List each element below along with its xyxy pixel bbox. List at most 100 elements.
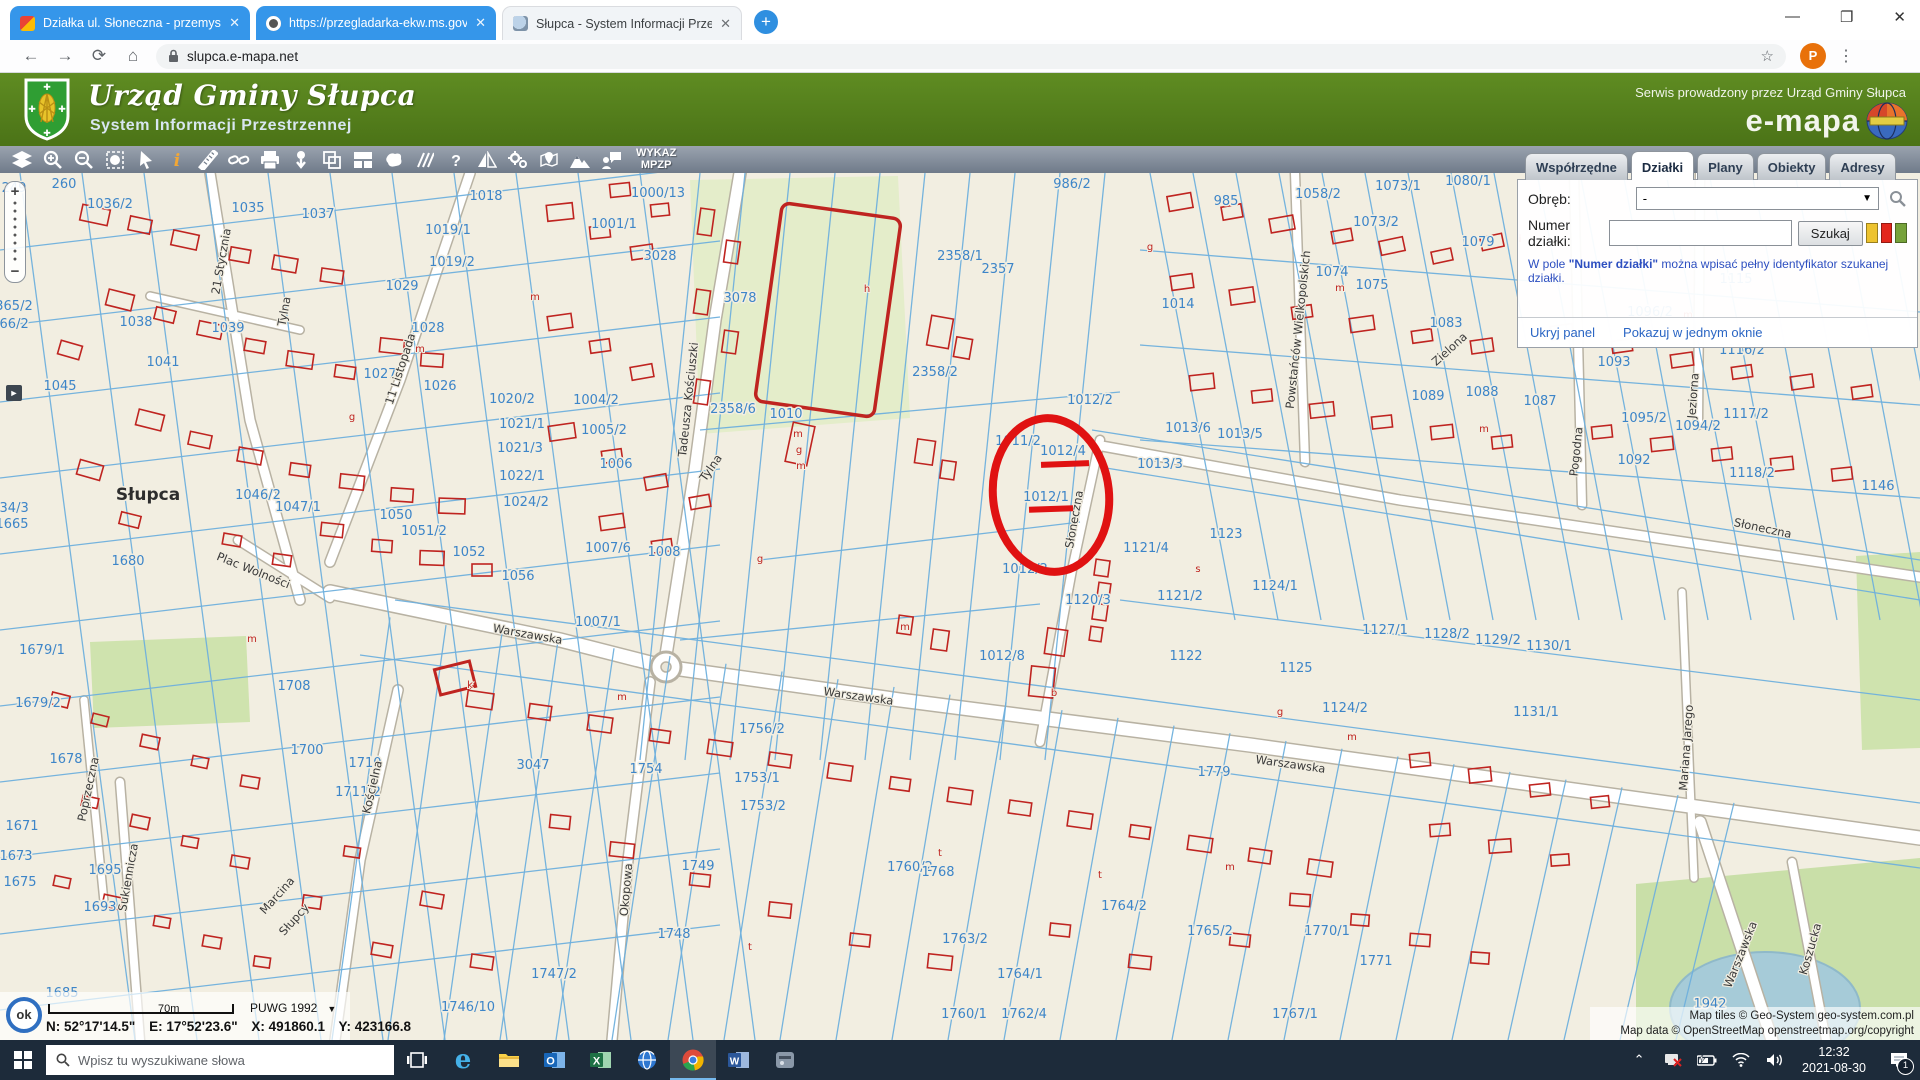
browser-tab-1[interactable]: Działka ul. Słoneczna - przemysł ✕ — [10, 6, 250, 40]
tab-dzialki[interactable]: Działki — [1631, 151, 1694, 180]
single-window-link[interactable]: Pokazuj w jednym oknie — [1623, 325, 1762, 340]
zoom-out-icon[interactable] — [68, 148, 99, 172]
svg-text:1018: 1018 — [469, 189, 502, 204]
lock-icon — [168, 49, 179, 63]
hatch-icon[interactable] — [409, 148, 440, 172]
zoom-slider[interactable]: ●●●●●●●● — [5, 200, 25, 264]
attribution-data[interactable]: Map data © OpenStreetMap openstreetmap.o… — [1596, 1024, 1914, 1039]
word-icon[interactable]: W — [716, 1040, 762, 1080]
terrain-icon[interactable] — [564, 148, 595, 172]
search-icon[interactable] — [1889, 190, 1907, 208]
forward-icon[interactable]: → — [48, 46, 82, 66]
hide-panel-link[interactable]: Ukryj panel — [1530, 325, 1595, 340]
obreb-select[interactable]: - ▼ — [1636, 187, 1879, 210]
reload-icon[interactable]: ⟳ — [82, 46, 116, 66]
select-area-icon[interactable] — [99, 148, 130, 172]
svg-text:1767/1: 1767/1 — [1272, 1007, 1318, 1022]
svg-text:m: m — [900, 622, 910, 633]
pointer-icon[interactable] — [130, 148, 161, 172]
svg-text:t: t — [938, 848, 942, 859]
print-icon[interactable] — [254, 148, 285, 172]
info-icon[interactable]: i — [161, 148, 192, 172]
polygon-icon[interactable] — [378, 148, 409, 172]
excel-icon[interactable]: X — [578, 1040, 624, 1080]
task-view-icon[interactable] — [394, 1040, 440, 1080]
profile-avatar[interactable]: P — [1800, 43, 1826, 69]
numer-dzialki-input[interactable] — [1609, 220, 1792, 246]
svg-text:1121/2: 1121/2 — [1157, 589, 1203, 604]
browser-menu-icon[interactable]: ⋮ — [1838, 46, 1854, 66]
edge-icon[interactable]: e — [440, 1040, 486, 1080]
chrome-icon[interactable] — [670, 1040, 716, 1080]
svg-text:1679/2: 1679/2 — [15, 696, 61, 711]
map-zoom-widget[interactable]: + ●●●●●●●● − — [4, 181, 26, 283]
taskbar-clock[interactable]: 12:32 2021-08-30 — [1802, 1044, 1866, 1077]
start-button[interactable] — [0, 1040, 46, 1080]
search-panel: Współrzędne Działki Plany Obiekty Adresy… — [1517, 147, 1918, 348]
side-panel-toggle[interactable]: ► — [6, 385, 22, 401]
globe-app-icon[interactable] — [624, 1040, 670, 1080]
file-explorer-icon[interactable] — [486, 1040, 532, 1080]
svg-text:1125: 1125 — [1279, 661, 1312, 676]
tab-plany[interactable]: Plany — [1697, 153, 1754, 180]
crs-selector[interactable]: PUWG 1992▼ — [250, 1001, 336, 1015]
tray-expand-icon[interactable]: ⌃ — [1624, 1040, 1654, 1080]
panel-hint: W pole "Numer działki" można wpisać pełn… — [1518, 249, 1917, 295]
feedback-icon[interactable] — [595, 148, 626, 172]
svg-text:1763/2: 1763/2 — [942, 932, 988, 947]
browser-tab-active[interactable]: Słupca - System Informacji Przest ✕ — [502, 6, 742, 40]
volume-icon[interactable] — [1760, 1040, 1790, 1080]
wifi-icon[interactable] — [1726, 1040, 1756, 1080]
window-close-button[interactable]: ✕ — [1893, 8, 1906, 26]
url-bar[interactable]: slupca.e-mapa.net ☆ — [156, 44, 1786, 69]
device-error-icon[interactable] — [1658, 1040, 1688, 1080]
tab-adresy[interactable]: Adresy — [1829, 153, 1895, 180]
svg-text:g: g — [1147, 242, 1153, 253]
tab-close-icon[interactable]: ✕ — [475, 15, 486, 31]
locate-icon[interactable] — [533, 148, 564, 172]
copy-window-icon[interactable] — [316, 148, 347, 172]
ok-button[interactable]: ok — [6, 997, 42, 1033]
layout-icon[interactable] — [347, 148, 378, 172]
layers-icon[interactable] — [6, 148, 37, 172]
svg-text:986/2: 986/2 — [1053, 177, 1090, 192]
notification-center-icon[interactable]: 1 — [1878, 1040, 1920, 1080]
home-icon[interactable]: ⌂ — [116, 46, 150, 66]
measure-icon[interactable] — [192, 148, 223, 172]
tab-wspolrzedne[interactable]: Współrzędne — [1525, 153, 1628, 180]
bookmark-star-icon[interactable]: ☆ — [1761, 47, 1774, 65]
szukaj-button[interactable]: Szukaj — [1798, 221, 1863, 246]
taskbar-search[interactable]: Wpisz tu wyszukiwane słowa — [46, 1045, 394, 1075]
zoom-in-icon[interactable] — [37, 148, 68, 172]
browser-tab-2[interactable]: https://przegladarka-ekw.ms.gov ✕ — [256, 6, 496, 40]
legend-yellow-swatch[interactable] — [1866, 223, 1878, 243]
window-restore-button[interactable]: ❐ — [1840, 8, 1853, 26]
settings-icon[interactable] — [502, 148, 533, 172]
svg-text:1046/2: 1046/2 — [235, 488, 281, 503]
tab-close-icon[interactable]: ✕ — [720, 16, 731, 32]
wykaz-mpzp-button[interactable]: WYKAZ MPZP — [636, 148, 676, 171]
svg-text:1021/1: 1021/1 — [499, 417, 545, 432]
street-view-icon[interactable] — [285, 148, 316, 172]
svg-text:1024/2: 1024/2 — [503, 495, 549, 510]
tool-app-icon[interactable] — [762, 1040, 808, 1080]
map-zoom-in-button[interactable]: + — [5, 184, 25, 200]
scale-label: 70m — [158, 1003, 179, 1015]
attribution-tiles[interactable]: Map tiles © Geo-System geo-system.com.pl — [1596, 1009, 1914, 1024]
emapa-logo[interactable]: e-mapa — [1745, 101, 1908, 141]
outlook-icon[interactable]: O — [532, 1040, 578, 1080]
tab-obiekty[interactable]: Obiekty — [1757, 153, 1827, 180]
help-icon[interactable]: ? — [440, 148, 471, 172]
map-zoom-out-button[interactable]: − — [5, 264, 25, 280]
new-tab-button[interactable]: + — [754, 10, 778, 34]
back-icon[interactable]: ← — [14, 46, 48, 66]
battery-icon[interactable] — [1692, 1040, 1722, 1080]
svg-text:✚: ✚ — [43, 128, 51, 138]
legend-green-swatch[interactable] — [1895, 223, 1907, 243]
window-minimize-button[interactable]: — — [1785, 8, 1800, 26]
legend-red-swatch[interactable] — [1881, 223, 1893, 243]
tab-close-icon[interactable]: ✕ — [229, 15, 240, 31]
svg-text:1012/4: 1012/4 — [1040, 444, 1086, 459]
flip-icon[interactable] — [471, 148, 502, 172]
link-icon[interactable] — [223, 148, 254, 172]
